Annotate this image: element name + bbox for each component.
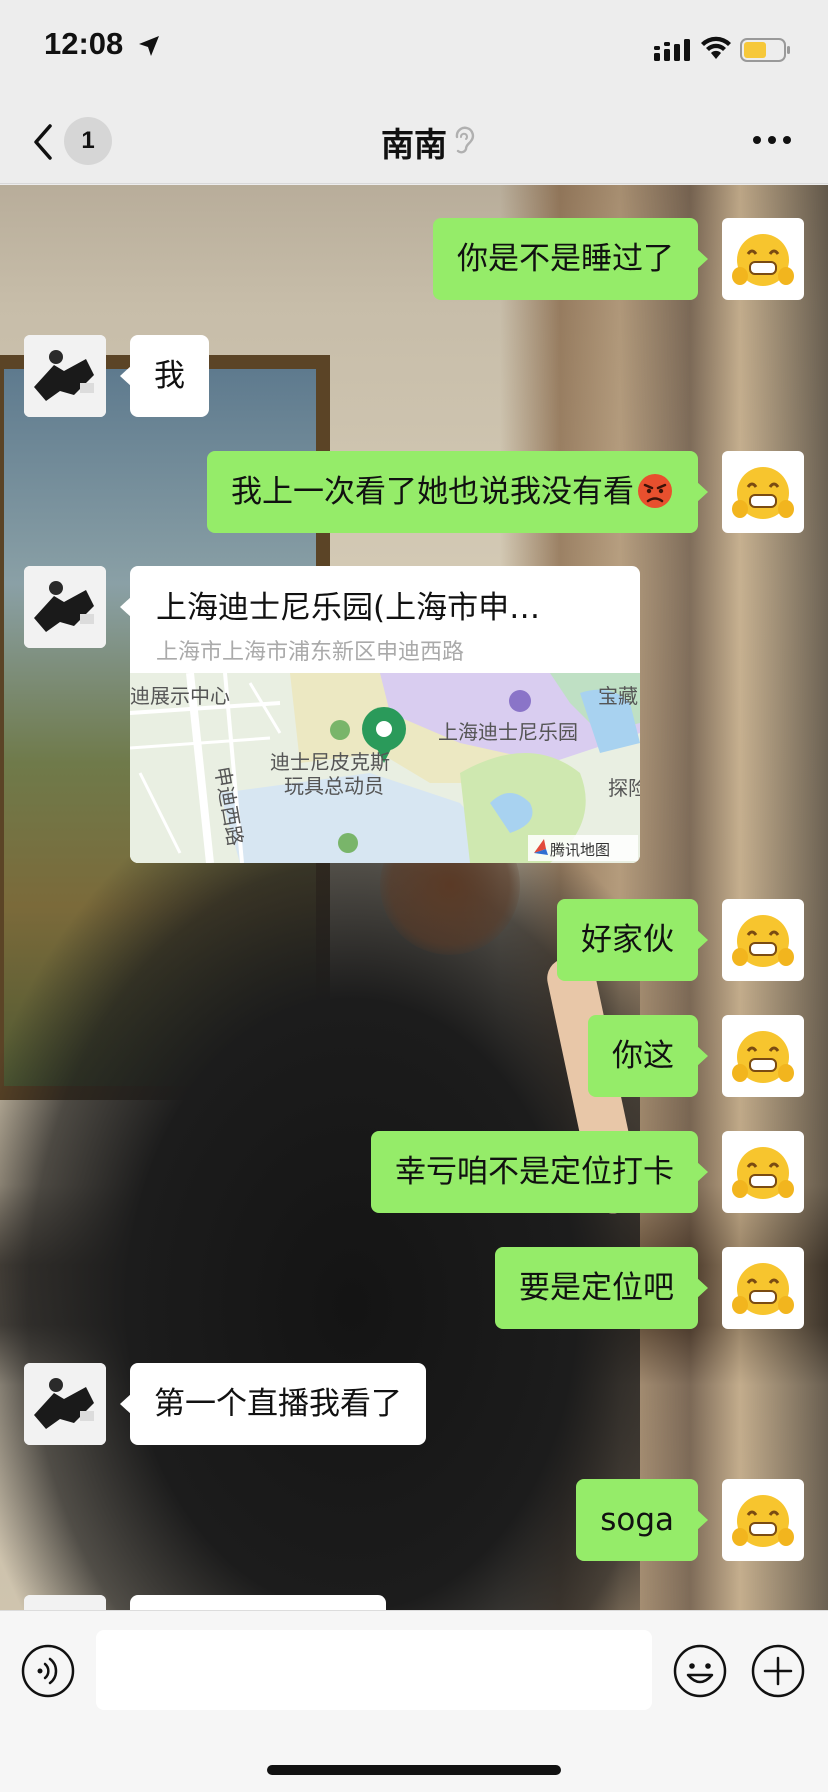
location-card[interactable]: 上海迪士尼乐园(上海市申… 上海市上海市浦东新区申迪西路 迪展示中心 申迪西路 … <box>130 566 640 863</box>
plus-icon[interactable] <box>750 1643 806 1699</box>
grinning-emoji-avatar-icon <box>732 1495 794 1547</box>
more-icon[interactable] <box>752 134 792 146</box>
grinning-emoji-avatar-icon <box>732 1147 794 1199</box>
ear-icon <box>455 126 475 154</box>
background-dress <box>0 825 640 1610</box>
location-arrow-icon <box>139 36 159 56</box>
location-map: 迪展示中心 申迪西路 迪士尼皮克斯 玩具总动员 上海迪士尼乐园 宝藏 探险 腾讯… <box>130 673 640 863</box>
grinning-emoji-avatar-icon <box>732 467 794 519</box>
message-bubble-received[interactable]: 第一个直播我看了 <box>120 1363 426 1445</box>
my-avatar[interactable] <box>722 1479 804 1561</box>
message-bubble-sent[interactable]: 要是定位吧 <box>495 1247 708 1329</box>
tencent-map-logo: 腾讯地图 <box>550 841 610 859</box>
contact-avatar[interactable] <box>24 1363 106 1445</box>
chat-area[interactable]: 你是不是睡过了 我 我上一次看了她也说我没有看 上海迪士尼乐园(上海市申… 上海… <box>0 185 828 1610</box>
map-label: 迪展示中心 <box>130 684 230 708</box>
my-avatar[interactable] <box>722 899 804 981</box>
message-bubble-sent[interactable]: 你是不是睡过了 <box>433 218 708 300</box>
status-time: 12:08 <box>44 26 124 61</box>
map-label: 探险 <box>608 776 640 800</box>
status-bar: 12:08 <box>0 0 828 100</box>
location-title: 上海迪士尼乐园(上海市申… <box>156 590 541 626</box>
my-avatar[interactable] <box>722 1015 804 1097</box>
grinning-emoji-avatar-icon <box>732 1031 794 1083</box>
contact-photo-icon <box>24 566 106 648</box>
my-avatar[interactable] <box>722 1131 804 1213</box>
contact-photo-icon <box>24 1363 106 1445</box>
map-label: 玩具总动员 <box>284 774 384 798</box>
message-bubble-sent[interactable]: 你这 <box>588 1015 708 1097</box>
message-bubble-sent[interactable]: 我上一次看了她也说我没有看 <box>207 451 708 533</box>
message-bubble-sent[interactable]: 好家伙 <box>557 899 708 981</box>
contact-photo-icon <box>24 335 106 417</box>
contact-photo-icon <box>24 1595 106 1610</box>
voice-icon[interactable] <box>20 1643 76 1699</box>
map-label: 宝藏 <box>598 684 638 708</box>
message-bubble-sent[interactable]: 幸亏咱不是定位打卡 <box>371 1131 708 1213</box>
message-input[interactable] <box>96 1630 652 1710</box>
contact-avatar[interactable] <box>24 566 106 648</box>
my-avatar[interactable] <box>722 218 804 300</box>
wifi-icon <box>701 36 731 59</box>
location-address: 上海市上海市浦东新区申迪西路 <box>156 640 465 665</box>
message-bubble-received[interactable] <box>130 1595 386 1610</box>
battery-icon <box>740 38 790 62</box>
chat-title: 南南 <box>381 125 447 164</box>
angry-face-icon <box>638 473 672 508</box>
signal-icon <box>654 39 690 61</box>
my-avatar[interactable] <box>722 1247 804 1329</box>
map-label: 迪士尼皮克斯 <box>270 750 390 774</box>
message-text: 我上一次看了她也说我没有看 <box>231 474 634 510</box>
home-indicator[interactable] <box>267 1765 561 1775</box>
contact-avatar[interactable] <box>24 335 106 417</box>
my-avatar[interactable] <box>722 451 804 533</box>
grinning-emoji-avatar-icon <box>732 915 794 967</box>
message-bubble-received[interactable]: 我 <box>120 335 209 417</box>
grinning-emoji-avatar-icon <box>732 1263 794 1315</box>
map-label: 上海迪士尼乐园 <box>438 720 578 744</box>
grinning-emoji-avatar-icon <box>732 234 794 286</box>
contact-avatar[interactable] <box>24 1595 106 1610</box>
emoji-icon[interactable] <box>672 1643 728 1699</box>
message-bubble-sent[interactable]: soga <box>576 1479 708 1561</box>
